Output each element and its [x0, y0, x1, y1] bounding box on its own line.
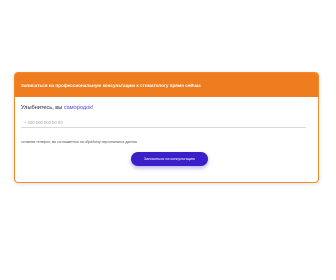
phone-input[interactable] — [21, 118, 306, 128]
prompt-brand: самородок! — [63, 105, 94, 111]
consultation-form-card: Записаться на профессиональную консульта… — [14, 72, 319, 183]
form-header-title: Записаться на профессиональную консульта… — [21, 82, 202, 88]
consent-text: оставляя телефон, вы соглашаетесь на обр… — [21, 140, 138, 144]
form-prompt: Улыбнитесь, вы самородок! — [21, 105, 93, 111]
prompt-text: Улыбнитесь, вы — [21, 105, 64, 111]
form-header: Записаться на профессиональную консульта… — [15, 73, 318, 97]
page: Записаться на профессиональную консульта… — [0, 0, 336, 280]
submit-consultation-button[interactable]: Записаться на консультацию — [131, 152, 208, 166]
